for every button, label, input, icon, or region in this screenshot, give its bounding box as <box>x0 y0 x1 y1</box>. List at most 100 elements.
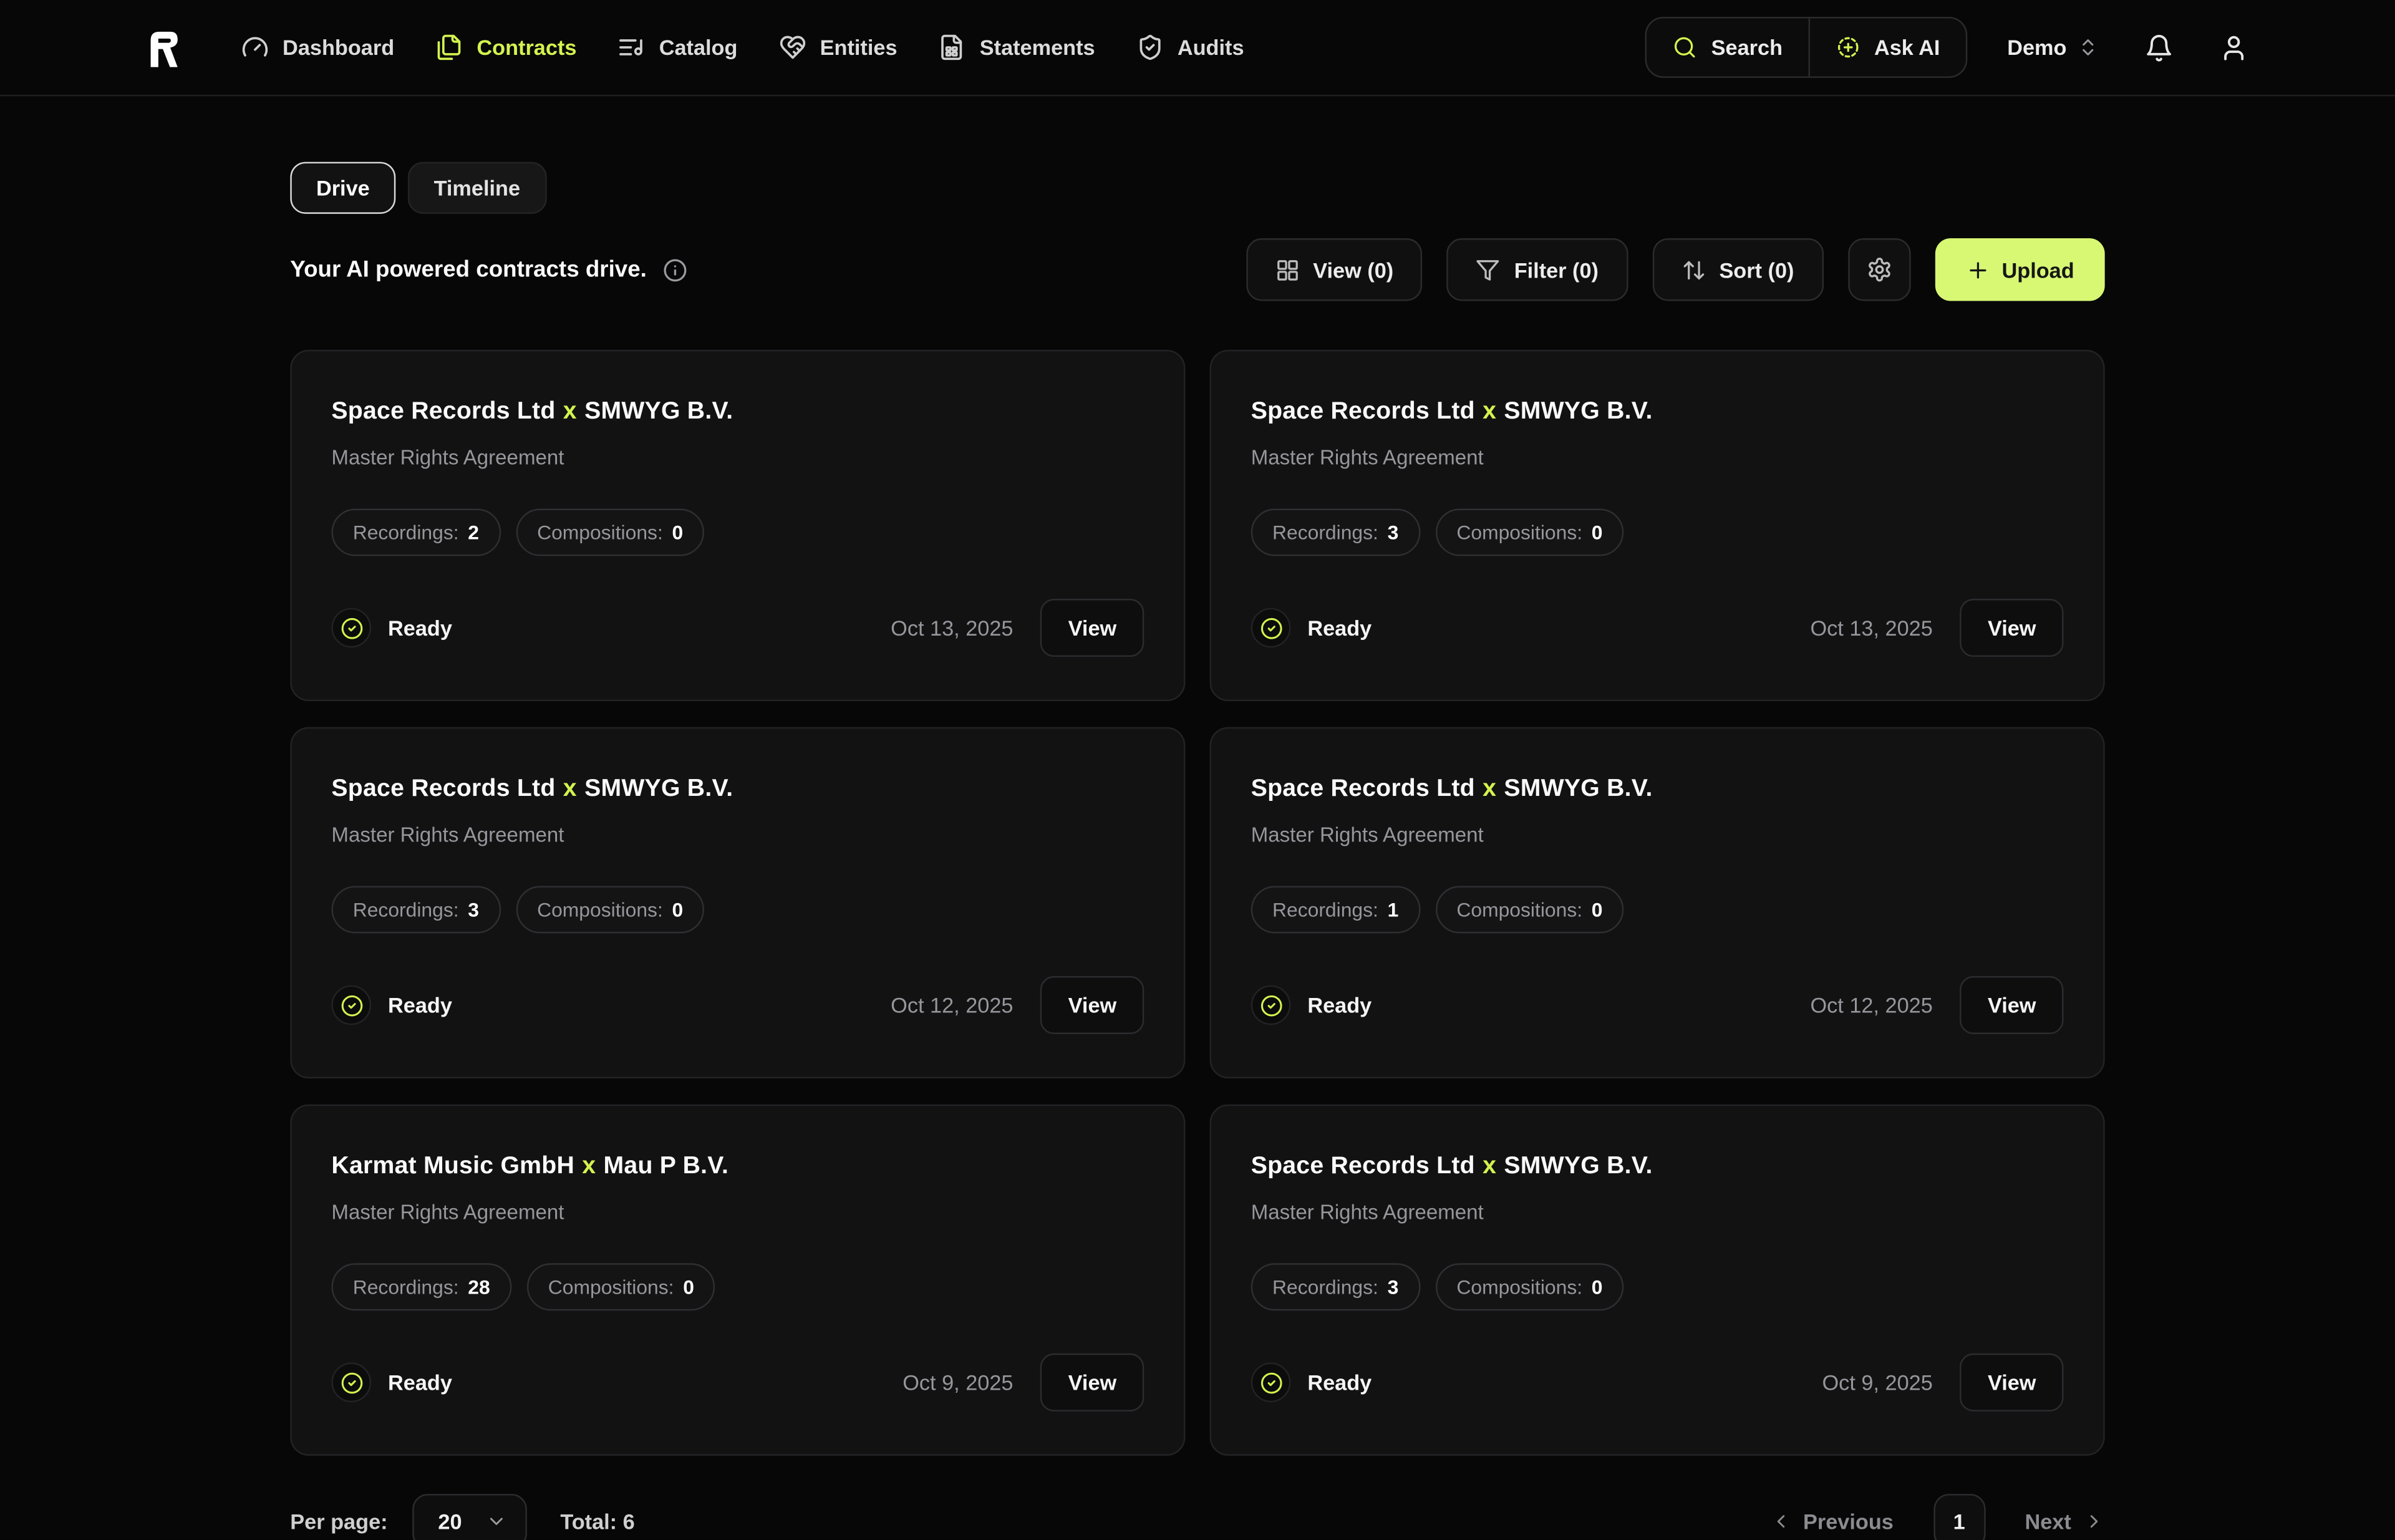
agreement-type: Master Rights Agreement <box>1251 1201 2064 1224</box>
contract-title: Space Records Ltd x SMWYG B.V. <box>331 399 1144 426</box>
count-pills: Recordings:3 Compositions:0 <box>1251 509 2064 556</box>
agreement-type: Master Rights Agreement <box>331 1201 1144 1224</box>
view-contract-button[interactable]: View <box>1960 599 2064 657</box>
party-b: SMWYG B.V. <box>584 399 733 425</box>
notifications-button[interactable] <box>2144 33 2174 62</box>
recordings-pill: Recordings:28 <box>331 1263 511 1310</box>
plus-icon <box>1965 258 1990 282</box>
nav-item-catalog[interactable]: Catalog <box>618 34 738 61</box>
connector-x: x <box>1483 1153 1496 1179</box>
controls-row: Your AI powered contracts drive. View (0… <box>290 238 2104 301</box>
previous-label: Previous <box>1803 1509 1894 1534</box>
nav-item-contracts[interactable]: Contracts <box>435 34 576 61</box>
recordings-pill: Recordings:3 <box>1251 1263 1420 1310</box>
chevrons-up-down-icon <box>2078 37 2099 58</box>
list-music-icon <box>618 34 646 61</box>
info-icon[interactable] <box>664 258 688 282</box>
recordings-pill: Recordings:1 <box>1251 886 1420 933</box>
view-contract-button[interactable]: View <box>1041 599 1144 657</box>
nav-item-statements[interactable]: Statements <box>939 34 1095 61</box>
settings-button[interactable] <box>1847 238 1910 301</box>
recordings-count: 2 <box>468 521 479 544</box>
tab-drive[interactable]: Drive <box>290 162 395 214</box>
view-options-label: View (0) <box>1313 258 1393 282</box>
nav-right-cluster: Search Ask AI Demo <box>1645 17 2248 78</box>
compositions-count: 0 <box>672 521 684 544</box>
sort-button[interactable]: Sort (0) <box>1652 238 1823 301</box>
recordings-pill: Recordings:2 <box>331 509 500 556</box>
card-footer: Ready Oct 9, 2025 View <box>1251 1354 2064 1412</box>
view-contract-button[interactable]: View <box>1960 1354 2064 1412</box>
sort-label: Sort (0) <box>1719 258 1794 282</box>
status-text: Ready <box>1307 616 1372 640</box>
view-contract-button[interactable]: View <box>1041 1354 1144 1412</box>
contract-date: Oct 12, 2025 <box>891 993 1013 1017</box>
filter-button[interactable]: Filter (0) <box>1447 238 1628 301</box>
contract-card[interactable]: Space Records LtdxSMWYG B.V. Master Righ… <box>1210 350 2105 701</box>
contract-card[interactable]: Space Records LtdxSMWYG B.V. Master Righ… <box>290 727 1185 1078</box>
search-button[interactable]: Search <box>1647 18 1809 76</box>
card-footer: Ready Oct 9, 2025 View <box>331 1354 1144 1412</box>
agreement-type: Master Rights Agreement <box>1251 823 2064 846</box>
contract-date: Oct 13, 2025 <box>891 616 1013 640</box>
circle-check-icon <box>1259 1371 1282 1394</box>
account-button[interactable] <box>2219 33 2248 62</box>
ask-ai-button[interactable]: Ask AI <box>1810 18 1966 76</box>
party-b: SMWYG B.V. <box>584 776 733 802</box>
party-a: Space Records Ltd <box>331 776 555 802</box>
per-page-value: 20 <box>438 1509 462 1534</box>
status-icon-wrap <box>331 608 371 648</box>
primary-nav: Dashboard Contracts Catalog Entities Sta… <box>241 34 1244 61</box>
compositions-pill: Compositions:0 <box>1435 1263 1624 1310</box>
view-contract-button[interactable]: View <box>1041 976 1144 1034</box>
connector-x: x <box>1483 399 1496 425</box>
search-label: Search <box>1711 35 1783 59</box>
compositions-count: 0 <box>1592 1276 1603 1299</box>
shield-check-icon <box>1136 34 1164 61</box>
previous-page-button[interactable]: Previous <box>1769 1509 1894 1534</box>
heart-handshake-icon <box>779 34 806 61</box>
nav-item-dashboard[interactable]: Dashboard <box>241 34 394 61</box>
gauge-icon <box>241 34 269 61</box>
arrow-up-down-icon <box>1681 258 1705 282</box>
contract-card[interactable]: Karmat Music GmbHxMau P B.V. Master Righ… <box>290 1105 1185 1456</box>
contract-card[interactable]: Space Records LtdxSMWYG B.V. Master Righ… <box>1210 727 2105 1078</box>
circle-check-icon <box>340 616 363 639</box>
circle-check-icon <box>1259 616 1282 639</box>
app-logo[interactable] <box>145 26 182 69</box>
compositions-count: 0 <box>1592 898 1603 921</box>
contract-date: Oct 13, 2025 <box>1810 616 1932 640</box>
recordings-count: 3 <box>468 898 479 921</box>
view-contract-button[interactable]: View <box>1960 976 2064 1034</box>
contract-card[interactable]: Space Records LtdxSMWYG B.V. Master Righ… <box>290 350 1185 701</box>
connector-x: x <box>563 399 577 425</box>
nav-item-label: Statements <box>980 35 1095 59</box>
party-a: Space Records Ltd <box>1251 1153 1475 1179</box>
nav-item-entities[interactable]: Entities <box>779 34 898 61</box>
view-options-button[interactable]: View (0) <box>1246 238 1423 301</box>
org-switcher[interactable]: Demo <box>2007 35 2099 59</box>
nav-item-label: Contracts <box>477 35 576 59</box>
agreement-type: Master Rights Agreement <box>1251 446 2064 469</box>
count-pills: Recordings:1 Compositions:0 <box>1251 886 2064 933</box>
count-pills: Recordings:28 Compositions:0 <box>331 1263 1144 1310</box>
upload-button[interactable]: Upload <box>1935 238 2105 301</box>
user-icon <box>2219 33 2248 62</box>
tab-timeline[interactable]: Timeline <box>408 162 546 214</box>
contract-card[interactable]: Space Records Ltd x SMWYG B.V. Master Righ… <box>1210 1105 2105 1456</box>
nav-item-label: Entities <box>820 35 898 59</box>
contracts-page: Drive Timeline Your AI powered contracts… <box>290 162 2104 1540</box>
nav-item-audits[interactable]: Audits <box>1136 34 1244 61</box>
chevron-left-icon <box>1769 1511 1791 1532</box>
per-page-select[interactable]: 20 <box>412 1494 527 1540</box>
compositions-pill: Compositions:0 <box>1435 509 1624 556</box>
circle-check-icon <box>1259 994 1282 1017</box>
current-page-button[interactable]: 1 <box>1933 1494 1985 1540</box>
status-text: Ready <box>1307 1370 1372 1395</box>
compositions-pill: Compositions:0 <box>516 886 705 933</box>
party-b: SMWYG B.V. <box>1504 1153 1652 1179</box>
party-a: Space Records Ltd <box>331 399 555 425</box>
next-page-button[interactable]: Next <box>2025 1509 2104 1534</box>
compositions-pill: Compositions:0 <box>527 1263 716 1310</box>
status-badge: Ready <box>1251 608 1372 648</box>
